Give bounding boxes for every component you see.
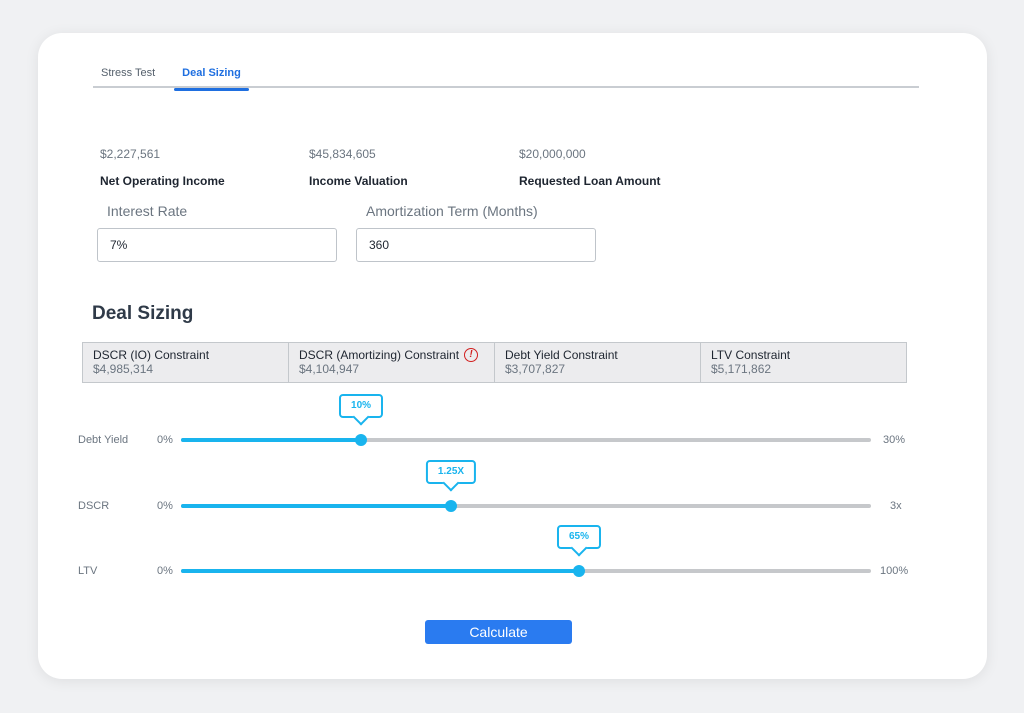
constraint-ltv: LTV Constraint $5,171,862 — [701, 343, 906, 382]
slider-max: 30% — [883, 434, 906, 446]
slider-max: 3x — [890, 500, 902, 512]
slider-min: 0% — [157, 565, 173, 577]
deal-sizing-card: Stress Test Deal Sizing $2,227,561 Net O… — [38, 33, 987, 679]
constraint-value: $4,104,947 — [299, 362, 360, 376]
constraint-name: Debt Yield Constraint — [505, 348, 618, 362]
constraint-debt-yield: Debt Yield Constraint $3,707,827 — [495, 343, 701, 382]
calculate-button[interactable]: Calculate — [425, 620, 572, 644]
requested-loan-amount-value: $20,000,000 — [519, 147, 586, 161]
slider-track[interactable]: 10% — [181, 394, 871, 446]
slider-thumb[interactable] — [572, 565, 585, 577]
slider-label: LTV — [78, 565, 98, 577]
income-valuation-value: $45,834,605 — [309, 147, 376, 161]
dscr-slider: DSCR 0% 1.25X 3x — [38, 460, 987, 519]
slider-thumb[interactable] — [355, 434, 368, 446]
slider-label: DSCR — [78, 500, 110, 512]
slider-value-bubble: 65% — [556, 525, 601, 549]
slider-min: 0% — [157, 434, 173, 446]
ltv-slider: LTV 0% 65% 100% — [38, 525, 987, 584]
slider-min: 0% — [157, 500, 173, 512]
section-title: Deal Sizing — [92, 303, 194, 324]
debt-yield-slider: Debt Yield 0% 10% 30% — [38, 394, 987, 453]
constraint-value: $5,171,862 — [711, 362, 772, 376]
constraint-name: DSCR (IO) Constraint — [93, 348, 210, 362]
slider-track[interactable]: 1.25X — [181, 460, 871, 512]
income-valuation-label: Income Valuation — [309, 174, 408, 188]
constraint-dscr-amortizing: DSCR (Amortizing) Constraint ! $4,104,94… — [289, 343, 495, 382]
constraint-value: $4,985,314 — [93, 362, 154, 376]
net-operating-income-label: Net Operating Income — [100, 174, 225, 188]
constraint-dscr-io: DSCR (IO) Constraint $4,985,314 — [83, 343, 289, 382]
net-operating-income-value: $2,227,561 — [100, 147, 161, 161]
amortization-term-label: Amortization Term (Months) — [366, 203, 538, 219]
slider-value-bubble: 1.25X — [425, 460, 477, 484]
constraint-name: DSCR (Amortizing) Constraint — [299, 348, 460, 362]
warning-icon[interactable]: ! — [464, 348, 479, 362]
slider-max: 100% — [880, 565, 909, 577]
requested-loan-amount-label: Requested Loan Amount — [519, 174, 661, 188]
tab-stress-test[interactable]: Stress Test — [101, 66, 155, 88]
tab-deal-sizing[interactable]: Deal Sizing — [174, 66, 249, 91]
constraint-name: LTV Constraint — [711, 348, 791, 362]
constraint-value: $3,707,827 — [505, 362, 566, 376]
slider-fill — [181, 438, 362, 442]
slider-value-bubble: 10% — [339, 394, 384, 418]
slider-fill — [181, 504, 451, 508]
constraints-table: DSCR (IO) Constraint $4,985,314 DSCR (Am… — [82, 342, 907, 383]
slider-track[interactable]: 65% — [181, 525, 871, 577]
slider-fill — [181, 569, 579, 573]
slider-thumb[interactable] — [444, 500, 457, 512]
interest-rate-input[interactable] — [97, 228, 337, 262]
slider-label: Debt Yield — [78, 434, 129, 446]
amortization-term-input[interactable] — [356, 228, 596, 262]
interest-rate-label: Interest Rate — [107, 203, 188, 219]
tab-bar: Stress Test Deal Sizing — [93, 66, 919, 91]
